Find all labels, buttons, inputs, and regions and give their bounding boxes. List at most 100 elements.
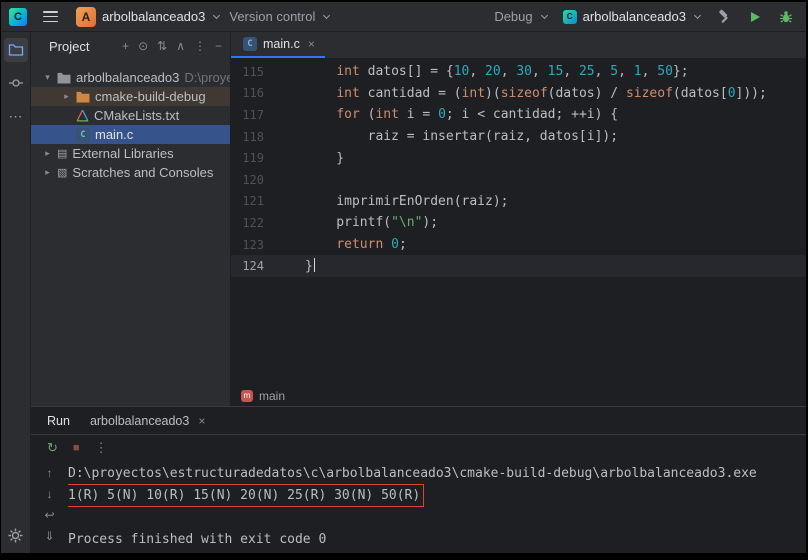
stop-icon[interactable]: ■ — [73, 442, 80, 454]
clion-window: C A arbolbalanceado3 Version control Deb… — [1, 2, 806, 553]
more-options-icon[interactable]: ⋮ — [95, 440, 108, 456]
folder-icon — [57, 72, 71, 84]
code-text: } — [264, 258, 315, 274]
tree-item-label: CMakeLists.txt — [94, 108, 179, 123]
tab-main-c[interactable]: C main.c × — [231, 32, 325, 58]
code-line[interactable]: 120 — [231, 169, 806, 191]
title-bar: C A arbolbalanceado3 Version control Deb… — [1, 2, 806, 32]
line-number: 120 — [231, 173, 264, 187]
project-avatar: A — [76, 7, 96, 27]
tree-item-external-libraries[interactable]: ▸ ▤ External Libraries — [31, 144, 230, 163]
project-name: arbolbalanceado3 — [102, 9, 205, 24]
code-text: for (int i = 0; i < cantidad; ++i) { — [264, 107, 618, 122]
tree-item-scratches[interactable]: ▸ ▧ Scratches and Consoles — [31, 163, 230, 182]
run-tab-bar: Run arbolbalanceado3 × — [31, 407, 806, 435]
code-line[interactable]: 115 int datos[] = {10, 20, 30, 15, 25, 5… — [231, 61, 806, 83]
project-panel-toolbar: + ⊙ ⇅ ∧ ⋮ − — [122, 39, 222, 53]
line-number: 121 — [231, 194, 264, 208]
clion-logo-icon[interactable]: C — [9, 8, 27, 26]
editor-tab-bar: C main.c × — [231, 32, 806, 59]
code-line[interactable]: 117 for (int i = 0; i < cantidad; ++i) { — [231, 104, 806, 126]
tree-item-main-c[interactable]: C main.c — [31, 125, 230, 144]
run-config-selector[interactable]: C arbolbalanceado3 — [563, 9, 700, 24]
c-file-icon: C — [76, 128, 90, 142]
rerun-icon[interactable]: ↻ — [47, 440, 58, 456]
cmake-file-icon — [76, 109, 89, 122]
collapse-all-icon[interactable]: ∧ — [176, 39, 185, 53]
tree-item-label: main.c — [95, 127, 133, 142]
console-output[interactable]: D:\proyectos\estructuradedatos\c\arbolba… — [68, 461, 806, 553]
code-line[interactable]: 119 } — [231, 147, 806, 169]
close-icon[interactable]: × — [308, 37, 315, 51]
tree-item-label: arbolbalanceado3 — [76, 70, 179, 85]
code-line[interactable]: 122 printf("\n"); — [231, 212, 806, 234]
chevron-down-icon — [541, 12, 548, 19]
run-tool-window: Run arbolbalanceado3 × ↻ ■ ⋮ ↑ ↓ ↩ — [31, 406, 806, 553]
add-icon[interactable]: + — [122, 39, 129, 53]
line-number: 123 — [231, 238, 264, 252]
code-line[interactable]: 121 imprimirEnOrden(raiz); — [231, 191, 806, 213]
tree-item-cmake-build-debug[interactable]: ▸ cmake-build-debug — [31, 87, 230, 106]
breadcrumb[interactable]: main — [259, 389, 285, 403]
select-opened-file-icon[interactable]: ⊙ — [138, 39, 148, 53]
function-icon: m — [241, 390, 253, 402]
code-line[interactable]: 118 raiz = insertar(raiz, datos[i]); — [231, 126, 806, 148]
code-line[interactable]: 116 int cantidad = (int)(sizeof(datos) /… — [231, 83, 806, 105]
debug-bug-icon[interactable] — [778, 9, 794, 25]
library-icon: ▤ — [57, 147, 67, 160]
chevron-down-icon — [323, 12, 330, 19]
chevron-collapsed-icon[interactable]: ▸ — [62, 91, 71, 102]
next-occurrence-icon[interactable]: ↓ — [47, 487, 53, 501]
build-hammer-icon[interactable] — [716, 9, 732, 25]
console-line: Process finished with exit code 0 — [68, 529, 806, 551]
project-selector[interactable]: A arbolbalanceado3 — [76, 7, 219, 27]
title-bar-right: Debug C arbolbalanceado3 — [494, 9, 794, 25]
line-number: 122 — [231, 216, 264, 230]
chevron-expanded-icon[interactable]: ▾ — [43, 72, 52, 83]
commit-icon — [8, 75, 24, 91]
code-editor[interactable]: 115 int datos[] = {10, 20, 30, 15, 25, 5… — [231, 59, 806, 385]
hamburger-menu-icon[interactable] — [43, 11, 58, 22]
code-line[interactable]: 124} — [231, 255, 806, 277]
tree-item-label: Scratches and Consoles — [72, 165, 213, 180]
code-text: int datos[] = {10, 20, 30, 15, 25, 5, 1,… — [264, 64, 689, 79]
project-panel-header: Project + ⊙ ⇅ ∧ ⋮ − — [31, 32, 230, 60]
scroll-to-end-icon[interactable]: ⇓ — [44, 529, 54, 543]
tree-item-cmakelists[interactable]: CMakeLists.txt — [31, 106, 230, 125]
line-number: 119 — [231, 151, 264, 165]
console-toolbar: ↑ ↓ ↩ ⇓ — [31, 461, 68, 553]
settings-gear-icon[interactable] — [4, 523, 28, 547]
project-tree: ▾ arbolbalanceado3 D:\proyecto ▸ — [31, 60, 230, 406]
chevron-down-icon — [694, 12, 701, 19]
tree-item-label: cmake-build-debug — [95, 89, 206, 104]
code-text: printf("\n"); — [264, 215, 438, 230]
run-tab-arbolbalanceado3[interactable]: arbolbalanceado3 × — [90, 414, 205, 428]
run-config-app-icon: C — [563, 10, 577, 24]
close-icon[interactable]: × — [198, 414, 205, 428]
expand-icon[interactable]: ⇅ — [157, 39, 167, 53]
hide-panel-icon[interactable]: − — [215, 39, 222, 53]
version-control-menu[interactable]: Version control — [229, 9, 329, 24]
run-window-title[interactable]: Run — [47, 414, 70, 428]
scratches-icon: ▧ — [57, 166, 67, 179]
tool-window-strip: ⋯ — [1, 32, 31, 553]
chevron-collapsed-icon[interactable]: ▸ — [43, 148, 52, 159]
commit-tool-window-button[interactable] — [4, 71, 28, 95]
more-tool-windows-button[interactable]: ⋯ — [4, 104, 28, 128]
version-control-label: Version control — [229, 9, 315, 24]
run-play-icon[interactable] — [748, 10, 762, 24]
prev-occurrence-icon[interactable]: ↑ — [47, 466, 53, 480]
text-cursor — [314, 258, 316, 272]
tree-item-root[interactable]: ▾ arbolbalanceado3 D:\proyecto — [31, 68, 230, 87]
chevron-collapsed-icon[interactable]: ▸ — [43, 167, 52, 178]
project-tool-window-button[interactable] — [4, 38, 28, 62]
line-number: 117 — [231, 108, 264, 122]
debug-profile-selector[interactable]: Debug — [494, 9, 546, 24]
main-body: ⋯ Project + ⊙ ⇅ ∧ ⋮ — [1, 32, 806, 553]
more-options-icon[interactable]: ⋮ — [194, 39, 206, 53]
code-line[interactable]: 123 return 0; — [231, 234, 806, 256]
run-tab-label: arbolbalanceado3 — [90, 414, 189, 428]
code-text: } — [264, 151, 344, 166]
line-number: 115 — [231, 65, 264, 79]
soft-wrap-icon[interactable]: ↩ — [44, 508, 54, 522]
